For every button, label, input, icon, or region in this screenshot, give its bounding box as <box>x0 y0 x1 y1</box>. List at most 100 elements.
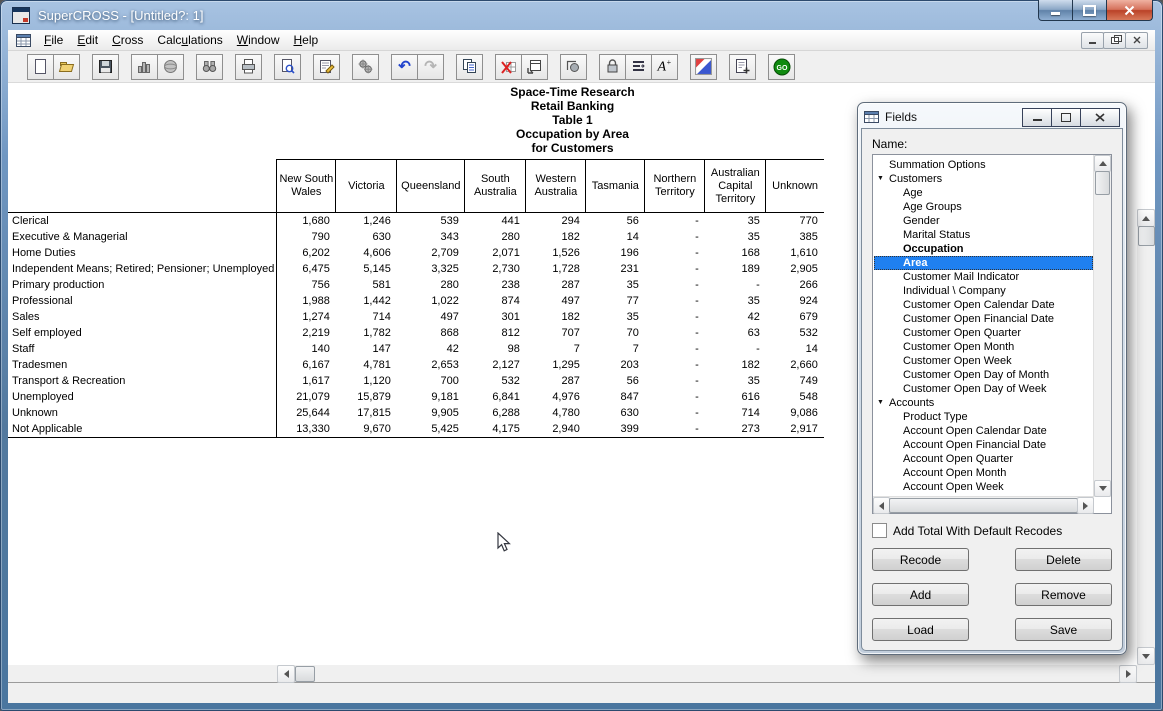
field-list-item[interactable]: Account Open Financial Date <box>874 438 1093 452</box>
field-list-item[interactable]: Account Open Week <box>874 480 1093 494</box>
table-cell[interactable]: 266 <box>766 277 824 293</box>
row-label[interactable]: Primary production <box>8 277 277 293</box>
table-cell[interactable]: 441 <box>465 213 526 230</box>
field-list-item[interactable]: Customer Open Calendar Date <box>874 298 1093 312</box>
delete-button[interactable]: Delete <box>1015 548 1112 571</box>
table-cell[interactable]: 4,780 <box>526 405 586 421</box>
field-list-item[interactable]: Summation Options <box>874 158 1093 172</box>
table-cell[interactable]: 5,425 <box>397 421 465 438</box>
add-button[interactable]: Add <box>872 583 969 606</box>
table-cell[interactable]: 616 <box>705 389 766 405</box>
menu-window[interactable]: Window <box>230 31 287 49</box>
table-cell[interactable]: - <box>645 277 705 293</box>
row-label[interactable]: Tradesmen <box>8 357 277 373</box>
table-cell[interactable]: 42 <box>705 309 766 325</box>
field-list-item[interactable]: Age Groups <box>874 200 1093 214</box>
row-label[interactable]: Independent Means; Retired; Pensioner; U… <box>8 261 277 277</box>
table-cell[interactable]: 6,475 <box>277 261 336 277</box>
table-cell[interactable]: 77 <box>586 293 645 309</box>
table-cell[interactable]: 1,782 <box>336 325 397 341</box>
field-list-item[interactable]: Customer Open Day of Month <box>874 368 1093 382</box>
field-list-item[interactable]: Individual \ Company <box>874 284 1093 298</box>
close-button[interactable] <box>1106 0 1153 21</box>
list-scroll-right-button[interactable] <box>1077 497 1094 514</box>
table-cell[interactable]: 770 <box>766 213 824 230</box>
table-cell[interactable]: 56 <box>586 213 645 230</box>
table-cell[interactable]: 2,219 <box>277 325 336 341</box>
table-cell[interactable]: - <box>645 309 705 325</box>
table-layout-button[interactable] <box>521 54 548 80</box>
row-label[interactable]: Sales <box>8 309 277 325</box>
row-label[interactable]: Home Duties <box>8 245 277 261</box>
list-hscroll-thumb[interactable] <box>889 498 1078 513</box>
table-cell[interactable]: - <box>645 261 705 277</box>
table-cell[interactable]: 714 <box>705 405 766 421</box>
field-list-item[interactable]: ▼Accounts <box>874 396 1093 410</box>
field-list-item[interactable]: Account Open Calendar Date <box>874 424 1093 438</box>
table-cell[interactable]: 287 <box>526 277 586 293</box>
table-cell[interactable]: 196 <box>586 245 645 261</box>
field-list-item[interactable]: Occupation <box>874 242 1093 256</box>
fields-list-vscrollbar[interactable] <box>1093 155 1111 497</box>
load-button[interactable]: Load <box>872 618 969 641</box>
field-list-item-selected[interactable]: Area <box>874 256 1093 270</box>
new-document-button[interactable] <box>27 54 54 80</box>
row-label[interactable]: Staff <box>8 341 277 357</box>
table-cell[interactable]: 1,274 <box>277 309 336 325</box>
table-cell[interactable]: 56 <box>586 373 645 389</box>
table-cell[interactable]: 4,606 <box>336 245 397 261</box>
table-cell[interactable]: 1,988 <box>277 293 336 309</box>
dialog-minimize-button[interactable] <box>1022 108 1052 127</box>
table-cell[interactable]: 35 <box>586 277 645 293</box>
recode-button[interactable]: Recode <box>872 548 969 571</box>
table-cell[interactable]: 679 <box>766 309 824 325</box>
table-cell[interactable]: 343 <box>397 229 465 245</box>
table-cell[interactable]: 539 <box>397 213 465 230</box>
table-cell[interactable]: 70 <box>586 325 645 341</box>
row-label[interactable]: Self employed <box>8 325 277 341</box>
column-header[interactable]: Unknown <box>766 160 824 213</box>
table-cell[interactable]: 14 <box>586 229 645 245</box>
table-cell[interactable]: 756 <box>277 277 336 293</box>
scroll-up-button[interactable] <box>1137 209 1155 227</box>
table-cell[interactable]: 3,325 <box>397 261 465 277</box>
fields-list-hscrollbar[interactable] <box>873 496 1094 513</box>
table-cell[interactable]: 812 <box>465 325 526 341</box>
add-annotation-button[interactable] <box>729 54 756 80</box>
menu-cross[interactable]: Cross <box>105 31 150 49</box>
table-cell[interactable]: 5,145 <box>336 261 397 277</box>
row-label[interactable]: Unknown <box>8 405 277 421</box>
open-button[interactable] <box>53 54 80 80</box>
field-list-item[interactable]: Customer Open Quarter <box>874 326 1093 340</box>
table-cell[interactable]: - <box>705 277 766 293</box>
table-cell[interactable]: 924 <box>766 293 824 309</box>
table-cell[interactable]: 2,730 <box>465 261 526 277</box>
table-cell[interactable]: 1,617 <box>277 373 336 389</box>
scroll-down-button[interactable] <box>1137 647 1155 665</box>
table-cell[interactable]: 147 <box>336 341 397 357</box>
table-cell[interactable]: 2,660 <box>766 357 824 373</box>
menu-file[interactable]: File <box>37 31 70 49</box>
scroll-left-button[interactable] <box>277 665 295 683</box>
table-cell[interactable]: 287 <box>526 373 586 389</box>
table-cell[interactable]: 9,670 <box>336 421 397 438</box>
field-list-item[interactable]: Age <box>874 186 1093 200</box>
table-cell[interactable]: 15,879 <box>336 389 397 405</box>
table-cell[interactable]: 35 <box>705 213 766 230</box>
table-cell[interactable]: 1,526 <box>526 245 586 261</box>
table-cell[interactable]: 9,905 <box>397 405 465 421</box>
table-cell[interactable]: 231 <box>586 261 645 277</box>
table-cell[interactable]: 280 <box>397 277 465 293</box>
field-list-item[interactable]: Customer Open Week <box>874 354 1093 368</box>
table-cell[interactable]: 6,288 <box>465 405 526 421</box>
table-cell[interactable]: 4,976 <box>526 389 586 405</box>
mdi-minimize-button[interactable] <box>1081 32 1104 49</box>
table-cell[interactable]: 399 <box>586 421 645 438</box>
table-cell[interactable]: - <box>645 325 705 341</box>
table-cell[interactable]: - <box>645 229 705 245</box>
table-cell[interactable]: 63 <box>705 325 766 341</box>
table-cell[interactable]: 1,728 <box>526 261 586 277</box>
scroll-right-button[interactable] <box>1119 665 1137 683</box>
column-header[interactable]: Northern Territory <box>645 160 705 213</box>
row-label[interactable]: Executive & Managerial <box>8 229 277 245</box>
